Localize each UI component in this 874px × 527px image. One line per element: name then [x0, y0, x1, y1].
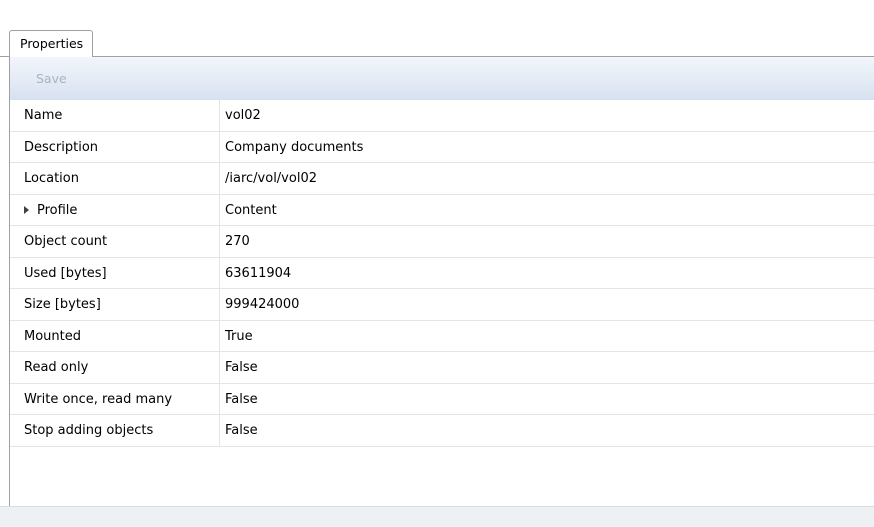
status-bar [0, 506, 874, 527]
property-row-size-bytes[interactable]: Size [bytes] 999424000 [10, 289, 874, 321]
properties-panel: Save Name vol02 Description Company docu… [9, 57, 874, 527]
property-value[interactable]: /iarc/vol/vol02 [225, 163, 317, 194]
property-row-used-bytes[interactable]: Used [bytes] 63611904 [10, 257, 874, 289]
property-row-read-only[interactable]: Read only False [10, 352, 874, 384]
property-value[interactable]: Company documents [225, 132, 363, 163]
property-key: Location [10, 163, 220, 194]
property-row-stop-adding[interactable]: Stop adding objects False [10, 415, 874, 447]
property-value[interactable]: False [225, 384, 258, 415]
tab-strip: Properties [0, 0, 874, 57]
property-key: Object count [10, 226, 220, 257]
property-value[interactable]: 270 [225, 226, 250, 257]
property-row-object-count[interactable]: Object count 270 [10, 226, 874, 258]
property-key: Write once, read many [10, 383, 220, 414]
property-row-description[interactable]: Description Company documents [10, 131, 874, 163]
property-key-profile: Profile [10, 194, 220, 225]
expand-triangle-icon[interactable] [24, 205, 29, 214]
property-value[interactable]: 63611904 [225, 258, 291, 289]
property-key: Used [bytes] [10, 257, 220, 288]
property-value[interactable]: True [225, 321, 253, 352]
property-key: Stop adding objects [10, 415, 220, 446]
property-key: Name [10, 100, 220, 131]
property-value[interactable]: False [225, 415, 258, 446]
property-key: Mounted [10, 320, 220, 351]
toolbar: Save [10, 57, 874, 100]
property-row-profile[interactable]: Profile Content [10, 194, 874, 226]
property-key: Description [10, 131, 220, 162]
tab-properties[interactable]: Properties [9, 30, 94, 57]
property-key: Size [bytes] [10, 289, 220, 320]
property-key-label: Profile [37, 202, 78, 218]
property-value[interactable]: 999424000 [225, 289, 299, 320]
save-button[interactable]: Save [36, 71, 67, 86]
property-row-name[interactable]: Name vol02 [10, 100, 874, 132]
property-row-mounted[interactable]: Mounted True [10, 320, 874, 352]
property-value[interactable]: vol02 [225, 100, 261, 131]
property-value[interactable]: False [225, 352, 258, 383]
property-value[interactable]: Content [225, 195, 277, 226]
property-key: Read only [10, 352, 220, 383]
property-row-location[interactable]: Location /iarc/vol/vol02 [10, 163, 874, 195]
properties-window: Properties Save Name vol02 Description C… [0, 0, 874, 527]
property-row-worm[interactable]: Write once, read many False [10, 383, 874, 415]
property-grid: Name vol02 Description Company documents… [10, 100, 874, 447]
